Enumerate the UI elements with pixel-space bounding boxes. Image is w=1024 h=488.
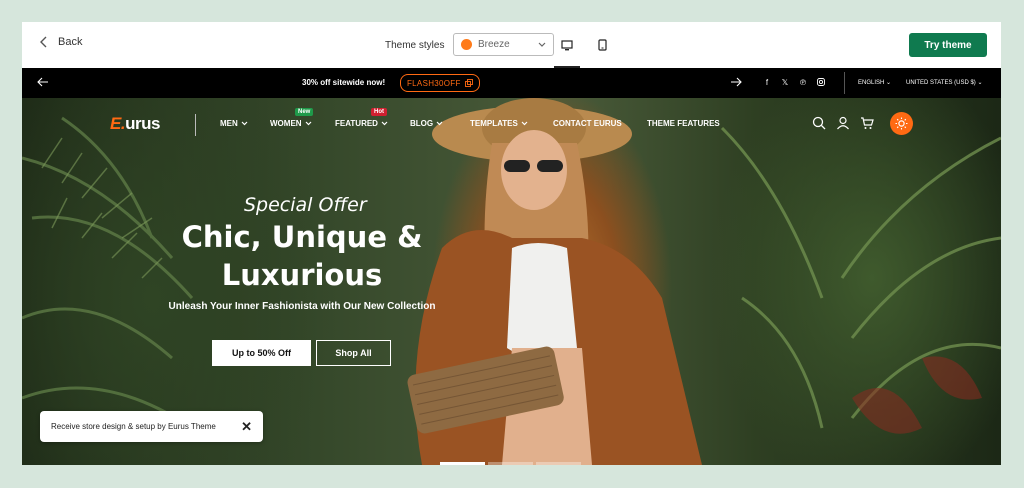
tablet-icon	[597, 39, 607, 51]
chevron-down-icon	[521, 121, 528, 126]
language-label: ENGLISH	[858, 80, 885, 86]
hero-headline: Chic, Unique & Luxurious	[172, 218, 432, 294]
chevron-down-icon	[538, 42, 546, 47]
back-button[interactable]: Back	[40, 36, 82, 48]
chevron-down-icon	[305, 121, 311, 126]
new-badge: New	[295, 108, 314, 116]
editor-toolbar: Back Theme styles Breeze Try theme	[22, 22, 1001, 68]
arrow-right-icon[interactable]	[730, 76, 742, 88]
slide-indicator[interactable]	[536, 462, 581, 465]
nav-item-blog[interactable]: BLOG	[410, 119, 443, 128]
chevron-down-icon	[241, 121, 248, 126]
currency-selector[interactable]: UNITED STATES (USD $) ⌄	[906, 79, 983, 86]
store-logo[interactable]: E.urus	[110, 114, 160, 134]
store-preview: 30% off sitewide now! FLASH30OFF f 𝕏 ℗ E…	[22, 68, 1001, 465]
slideshow-indicators	[440, 462, 581, 465]
nav-item-featured[interactable]: Hot FEATURED	[335, 108, 388, 128]
logo-mark: E.	[110, 114, 126, 133]
arrow-left-icon[interactable]	[37, 76, 49, 88]
nav-item-contact[interactable]: CONTACT EURUS	[553, 119, 622, 128]
instagram-icon[interactable]	[816, 76, 826, 88]
promo-code-text: FLASH30OFF	[407, 78, 461, 88]
chevron-down-icon	[381, 121, 388, 126]
hero-headline-line1: Chic, Unique &	[181, 220, 423, 254]
pinterest-icon[interactable]: ℗	[798, 76, 808, 88]
nav-label: FEATURED	[335, 119, 378, 128]
cart-icon[interactable]	[860, 116, 874, 130]
nav-label: CONTACT EURUS	[553, 119, 622, 128]
back-label: Back	[58, 36, 83, 48]
header-actions	[812, 116, 874, 130]
nav-label: THEME FEATURES	[647, 119, 720, 128]
hero-banner: E.urus MEN New WOMEN Hot FEATURED BLOG T…	[22, 98, 1001, 465]
desktop-view-button[interactable]	[554, 34, 580, 68]
theme-style-select[interactable]: Breeze	[453, 33, 554, 56]
social-links: f 𝕏 ℗	[762, 76, 826, 88]
announcement-bar: 30% off sitewide now! FLASH30OFF f 𝕏 ℗ E…	[22, 68, 1001, 98]
shop-all-button[interactable]: Shop All	[316, 340, 391, 366]
hero-subline: Unleash Your Inner Fashionista with Our …	[168, 301, 436, 312]
chevron-down-icon	[436, 121, 443, 126]
style-color-swatch	[461, 39, 472, 50]
hero-kicker: Special Offer	[244, 194, 367, 216]
nav-item-women[interactable]: New WOMEN	[270, 108, 314, 128]
theme-style-value: Breeze	[478, 39, 510, 50]
close-icon[interactable]: ✕	[241, 419, 252, 435]
nav-item-templates[interactable]: TEMPLATES	[470, 119, 528, 128]
search-icon[interactable]	[812, 116, 826, 130]
nav-label: WOMEN	[270, 119, 302, 128]
announcement-divider	[844, 72, 845, 94]
toast-text: Receive store design & setup by Eurus Th…	[51, 422, 216, 431]
color-scheme-toggle[interactable]	[890, 112, 913, 135]
setup-toast: Receive store design & setup by Eurus Th…	[40, 411, 263, 442]
facebook-icon[interactable]: f	[762, 76, 772, 88]
x-icon[interactable]: 𝕏	[780, 76, 790, 88]
chevron-left-icon	[40, 36, 47, 48]
language-selector[interactable]: ENGLISH ⌄	[858, 79, 891, 86]
slide-indicator[interactable]	[440, 462, 485, 465]
desktop-icon	[561, 39, 573, 50]
hero-headline-line2: Luxurious	[221, 258, 383, 292]
theme-styles-label: Theme styles	[385, 40, 445, 51]
logo-text: urus	[125, 114, 160, 133]
hot-badge: Hot	[371, 108, 387, 116]
theme-preview-window: Back Theme styles Breeze Try theme 30% o…	[22, 22, 1001, 465]
try-theme-button[interactable]: Try theme	[909, 33, 987, 57]
nav-label: BLOG	[410, 119, 434, 128]
copy-icon	[464, 79, 473, 87]
slide-indicator[interactable]	[488, 462, 533, 465]
promo-text: 30% off sitewide now!	[302, 78, 386, 87]
nav-label: MEN	[220, 119, 238, 128]
currency-label: UNITED STATES (USD $)	[906, 80, 976, 86]
header-divider	[195, 114, 196, 136]
sun-icon	[895, 117, 908, 130]
promo-code[interactable]: FLASH30OFF	[400, 74, 480, 92]
account-icon[interactable]	[836, 116, 850, 130]
hero-image	[22, 98, 1001, 465]
nav-label: TEMPLATES	[470, 119, 518, 128]
nav-item-men[interactable]: MEN	[220, 119, 248, 128]
tablet-view-button[interactable]	[589, 34, 615, 56]
up-to-50-off-button[interactable]: Up to 50% Off	[212, 340, 311, 366]
nav-item-theme-features[interactable]: THEME FEATURES	[647, 119, 720, 128]
